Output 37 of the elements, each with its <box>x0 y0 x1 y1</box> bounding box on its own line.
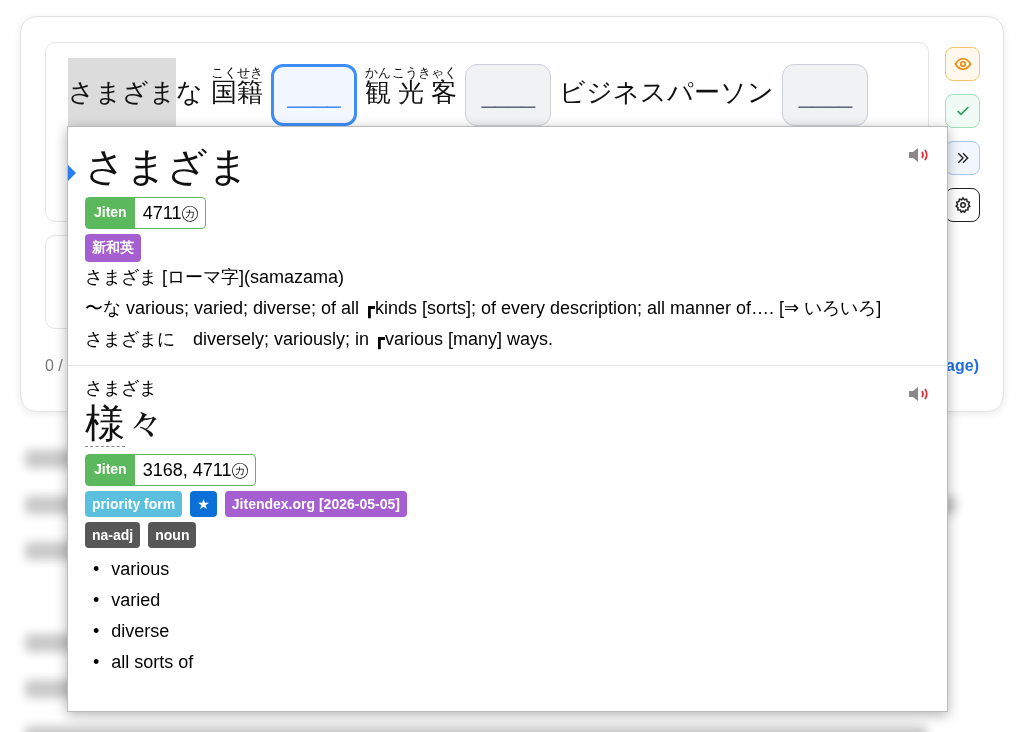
sentence-text[interactable]: ビジネスパーソン <box>559 72 775 126</box>
sentence-text[interactable]: な <box>176 72 203 126</box>
bullet: • <box>93 620 100 643</box>
definition-text: 〜な various; varied; diverse; of all ┏kinds [sorts]; of every description; all manner of…. [⇒ いろいろ] <box>85 297 883 321</box>
definition-text: さまざま [ローマ字](samazama) <box>85 266 346 289</box>
eye-icon <box>953 55 972 73</box>
link[interactable]: age) <box>946 357 979 375</box>
frequency-source: Jiten <box>86 455 135 485</box>
reading-text: さまざま <box>85 378 158 398</box>
eye-button[interactable] <box>945 47 980 81</box>
settings-icon <box>953 196 972 214</box>
tag: noun <box>148 522 197 548</box>
sentence-word[interactable]: 国籍 こくせき <box>211 66 263 126</box>
gloss-item: varied <box>111 589 161 612</box>
frequency-source: Jiten <box>86 198 135 228</box>
tag: 新和英 <box>85 234 141 262</box>
headword: さまざま <box>85 144 249 188</box>
blank-field[interactable]: ____ <box>782 64 869 126</box>
bullet: • <box>93 589 100 612</box>
gloss-item: diverse <box>111 620 170 643</box>
tag: na-adj <box>85 522 141 548</box>
tag: ★ <box>190 491 217 517</box>
frequency-value: 3168, 4711㋕ <box>141 459 251 482</box>
definition-text: さまざまに diversely; variously; in ┏various [many] ways. <box>85 328 554 352</box>
frequency-value: 4711㋕ <box>141 202 201 225</box>
gloss-item: various <box>111 558 170 581</box>
progress-text: 0 / <box>45 357 63 375</box>
bullet: • <box>93 651 100 674</box>
tag: Jitendex.org [2026-05-05] <box>224 491 407 517</box>
tag: priority form <box>85 491 183 517</box>
headword: 様々 <box>85 401 165 445</box>
sentence-text[interactable]: さまざま <box>68 58 176 126</box>
blank-field[interactable]: ____ <box>465 64 552 126</box>
gloss-item: all sorts of <box>111 651 194 674</box>
bullet: • <box>93 558 100 581</box>
sentence-word[interactable]: 観 光 客 かんこうきゃく <box>365 66 458 126</box>
check-button[interactable] <box>945 94 980 128</box>
